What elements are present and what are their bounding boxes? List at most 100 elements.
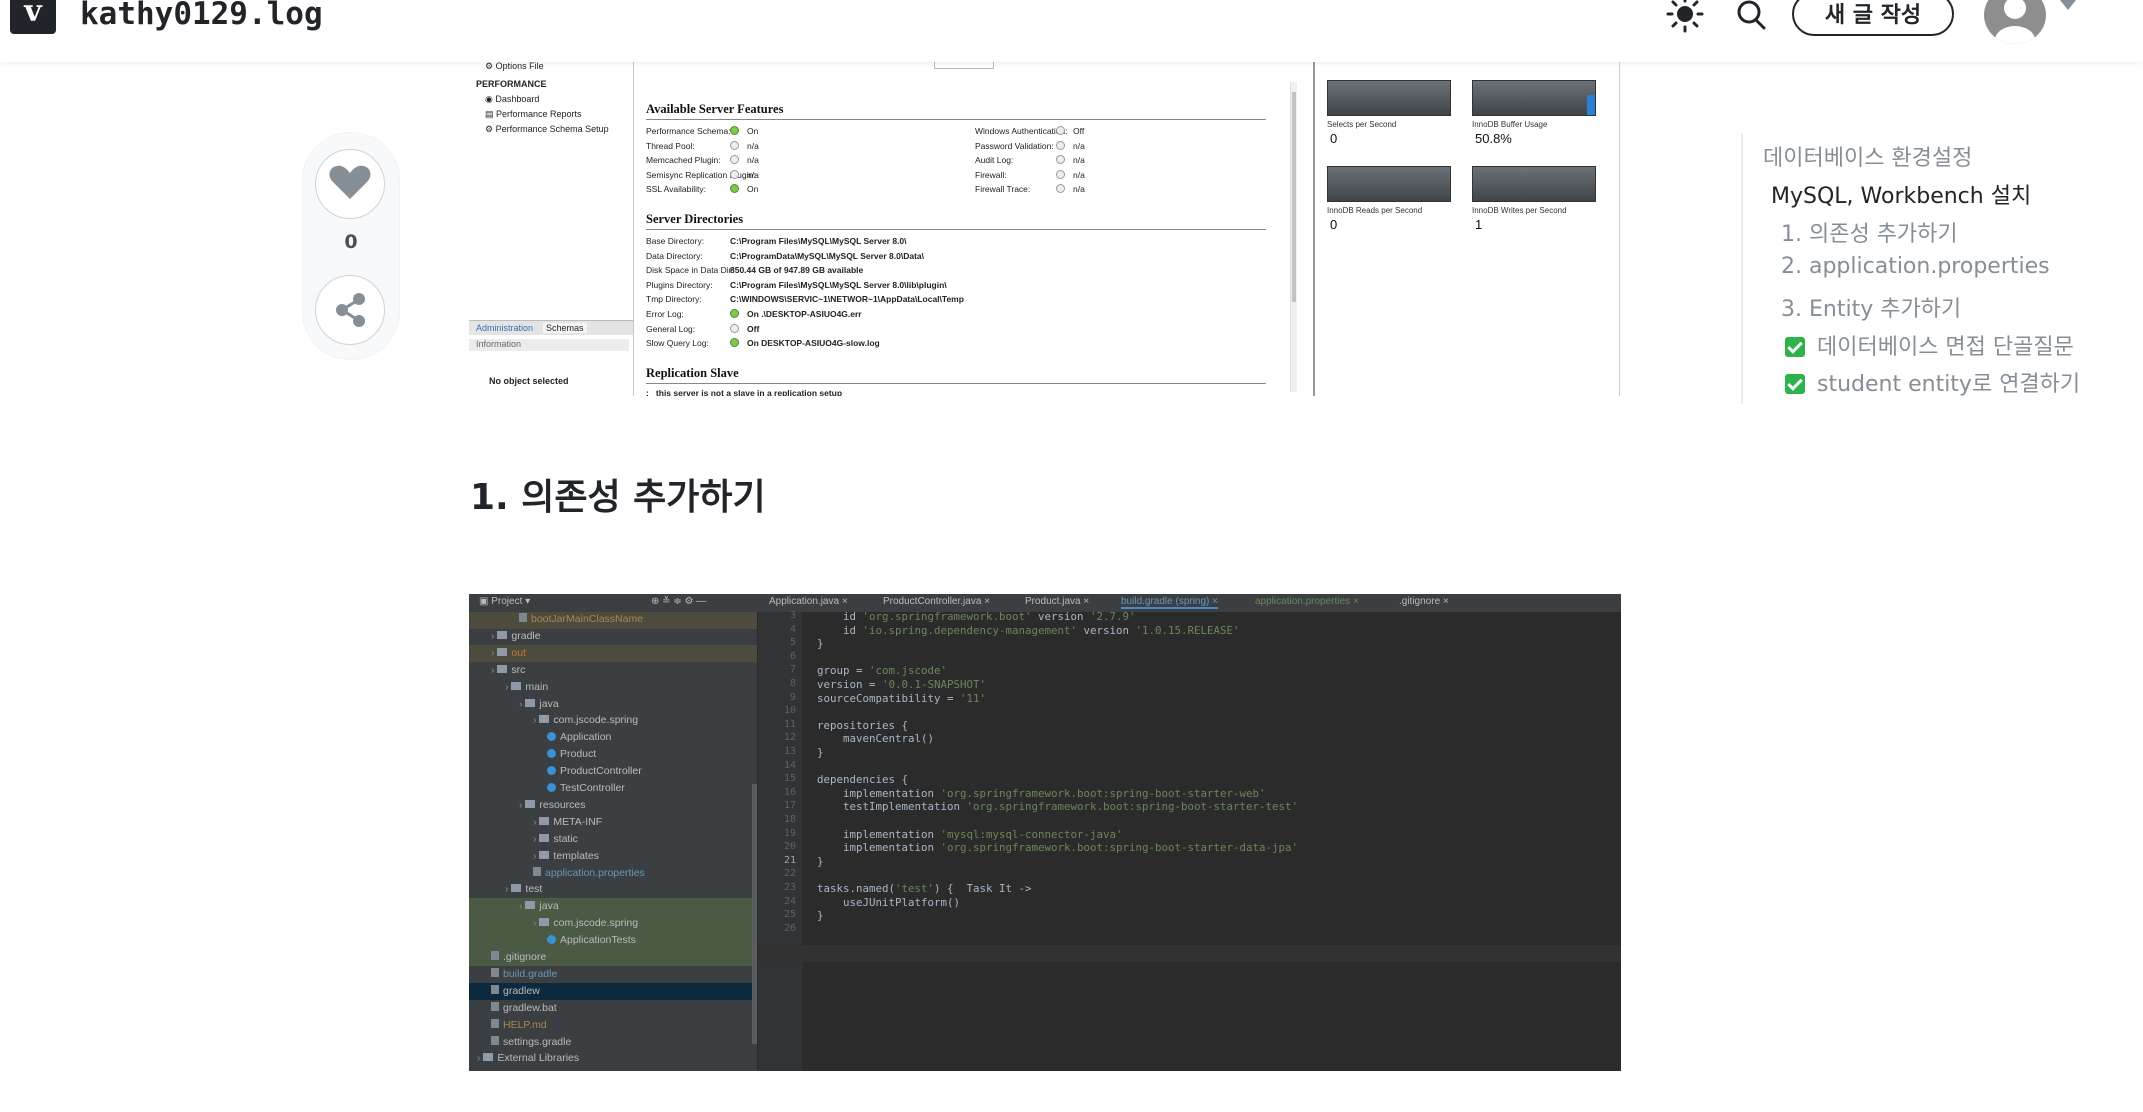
folder-icon <box>525 901 536 910</box>
line-number: 3 <box>789 610 796 621</box>
folder-icon <box>539 833 550 842</box>
feature-label: Firewall: <box>975 169 1007 180</box>
file-tab: Product.java × <box>1025 596 1090 607</box>
code-line: } <box>817 637 824 651</box>
toc-item[interactable]: 1. 의존성 추가하기 <box>1781 216 1958 248</box>
share-button[interactable] <box>315 275 385 345</box>
file-tab: .gitignore × <box>1399 596 1449 607</box>
tree-item: › gradle <box>491 629 541 642</box>
gauge-value: 0 <box>1330 131 1338 146</box>
directories-title: Server Directories <box>646 212 744 226</box>
user-avatar-icon[interactable] <box>1984 0 2046 44</box>
features-title: Available Server Features <box>646 102 784 116</box>
file-tab: Application.java × <box>769 596 848 607</box>
line-number: 22 <box>783 868 796 880</box>
status-on-icon <box>730 184 739 193</box>
feature-label: Firewall Trace: <box>975 184 1031 194</box>
folder-icon <box>497 664 508 673</box>
gauge-label: InnoDB Reads per Second <box>1327 206 1423 215</box>
tree-item: TestController <box>547 782 625 794</box>
status-off-icon <box>730 140 739 150</box>
file-tab: application.properties × <box>1255 596 1359 607</box>
nav-item: ⚙ Options File <box>485 62 544 71</box>
tree-item: gradlew.bat <box>491 1001 557 1014</box>
feature-label: SSL Availability: <box>646 184 707 194</box>
tab-schemas: Schemas <box>543 323 587 333</box>
class-icon <box>547 732 556 742</box>
gauge-selects <box>1327 80 1451 116</box>
feature-value: n/a <box>730 155 759 165</box>
directory-label: Disk Space in Data Dir: <box>646 265 734 276</box>
feature-value: n/a <box>1056 169 1085 180</box>
blog-title[interactable]: kathy0129.log <box>80 0 323 32</box>
toc-item[interactable]: 3. Entity 추가하기 <box>1781 291 1961 323</box>
folder-icon <box>511 884 522 893</box>
folder-icon <box>497 630 508 639</box>
sun-icon[interactable] <box>1663 0 1707 38</box>
code-line: } <box>817 854 824 868</box>
tree-item: › com.jscode.spring <box>533 917 639 930</box>
navigator-tabs: Administration Schemas <box>469 320 633 335</box>
divider <box>646 119 1266 120</box>
velog-logo[interactable]: v <box>10 0 56 34</box>
project-tab: ▣ Project ▾ <box>479 596 531 607</box>
tree-item: build.gradle <box>491 967 557 980</box>
toc-item[interactable]: 2. application.properties <box>1781 254 2050 279</box>
nav-section: PERFORMANCE <box>476 79 547 89</box>
directory-value: C:\Program Files\MySQL\MySQL Server 8.0\… <box>730 279 947 290</box>
no-object-text: No object selected <box>489 376 569 386</box>
directory-value: C:\Program Files\MySQL\MySQL Server 8.0\ <box>730 236 907 246</box>
code-line: version = '0.0.1-SNAPSHOT' <box>817 678 987 691</box>
status-on-icon <box>730 338 739 348</box>
status-off-icon <box>730 169 739 179</box>
gauge-buffer-usage <box>1472 80 1596 116</box>
workbench-gauges: Selects per Second 0 InnoDB Buffer Usage… <box>1313 62 1620 396</box>
file-tab: ProductController.java × <box>883 596 991 607</box>
checkbox-checked-icon <box>1785 337 1805 357</box>
feature-value: n/a <box>1056 184 1085 194</box>
like-button[interactable] <box>315 149 385 219</box>
toc-item-active[interactable]: MySQL, Workbench 설치 <box>1771 178 2031 210</box>
directory-label: Data Directory: <box>646 250 703 261</box>
line-number: 13 <box>783 746 796 757</box>
information-header: Information <box>469 339 629 351</box>
tree-item: › main <box>505 680 549 693</box>
line-number: 16 <box>783 786 796 798</box>
directory-value: C:\ProgramData\MySQL\MySQL Server 8.0\Da… <box>730 250 924 261</box>
file-tab-active: build.gradle (spring) × <box>1121 596 1219 609</box>
status-off-icon <box>1056 140 1065 150</box>
nav-item: ◉ Dashboard <box>485 94 540 104</box>
code-line: implementation 'org.springframework.boot… <box>817 786 1266 800</box>
write-post-button[interactable]: 새 글 작성 <box>1792 0 1954 36</box>
tree-item: HELP.md <box>491 1018 547 1031</box>
project-tree: bootJarMainClassName › gradle › out › src › … <box>469 612 757 1071</box>
feature-label: Performance Schema: <box>646 126 731 136</box>
line-number: 26 <box>783 922 796 934</box>
line-number: 12 <box>783 732 796 744</box>
toc-item[interactable]: student entity로 연결하기 <box>1785 366 2080 398</box>
status-off-icon <box>1056 184 1065 193</box>
caret-down-icon[interactable] <box>2060 0 2076 10</box>
directory-value: On DESKTOP-ASIUO4G-slow.log <box>730 338 880 348</box>
class-icon <box>547 766 556 776</box>
scrollbar <box>1290 82 1297 392</box>
tree-item: ApplicationTests <box>547 934 636 946</box>
feature-value: On <box>730 184 758 194</box>
code-line: id 'org.springframework.boot' version '2… <box>817 610 1136 623</box>
toc-item[interactable]: 데이터베이스 면접 단골질문 <box>1785 329 2074 361</box>
line-number: 19 <box>783 827 796 839</box>
directory-value: C:\WINDOWS\SERVIC~1\NETWOR~1\AppData\Loc… <box>730 294 964 305</box>
line-number: 15 <box>783 773 796 785</box>
toc-item[interactable]: 데이터베이스 환경설정 <box>1763 140 1972 172</box>
tab-administration: Administration <box>476 323 534 333</box>
tree-item: › com.jscode.spring <box>533 714 639 727</box>
feature-value: On <box>730 126 758 136</box>
like-count: 0 <box>344 231 358 253</box>
folder-icon <box>497 647 508 656</box>
search-icon[interactable] <box>1730 0 1774 38</box>
line-number: 20 <box>783 841 796 853</box>
tree-item: gradlew <box>491 984 540 997</box>
status-on-icon <box>730 126 739 135</box>
line-number: 8 <box>789 678 796 689</box>
replication-title: Replication Slave <box>646 366 739 380</box>
